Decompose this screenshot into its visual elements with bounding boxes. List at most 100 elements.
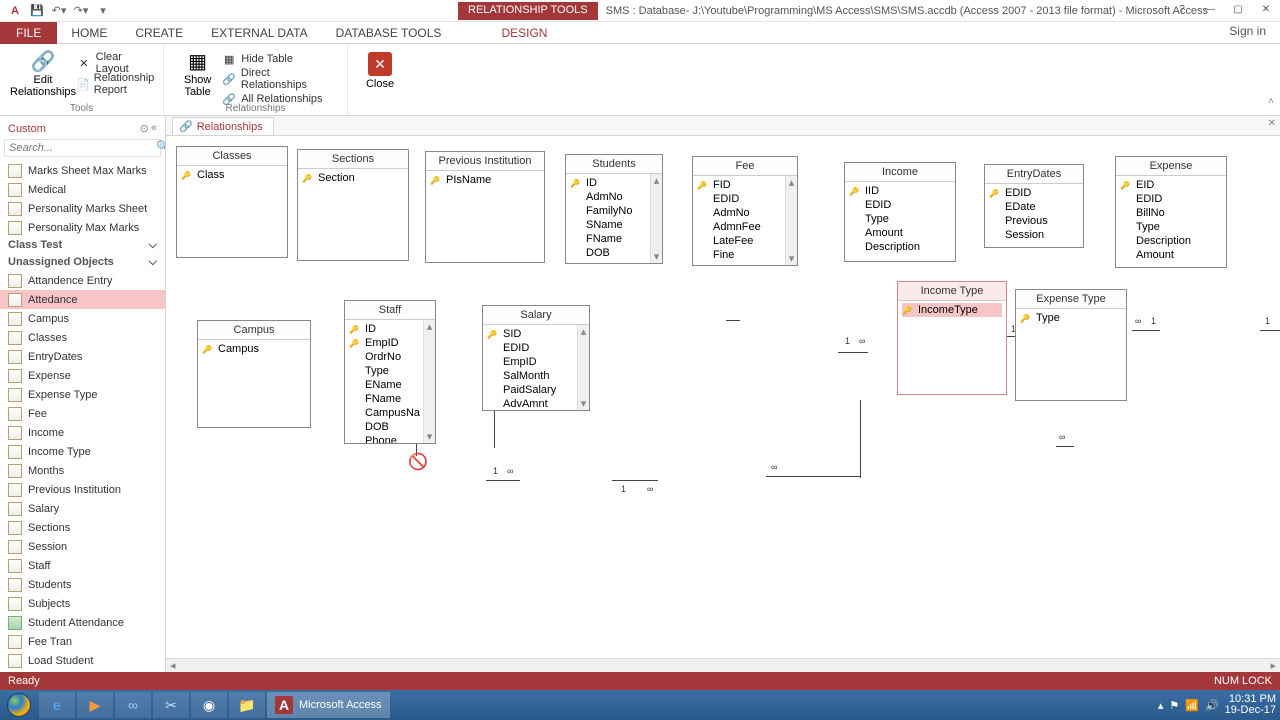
- tab-file[interactable]: FILE: [0, 22, 57, 44]
- sign-in-link[interactable]: Sign in: [1229, 24, 1266, 38]
- table-scrollbar[interactable]: ▴▾: [650, 174, 662, 263]
- field[interactable]: FID: [697, 178, 793, 192]
- field[interactable]: Type: [1120, 220, 1222, 234]
- taskbar-explorer[interactable]: 📁: [229, 692, 265, 718]
- field[interactable]: EmpID: [487, 355, 585, 369]
- relationship-table[interactable]: StudentsIDAdmNoFamilyNoSNameFNameDOB▴▾: [565, 154, 663, 264]
- nav-item[interactable]: Personality Marks Sheet: [0, 199, 165, 218]
- tab-home[interactable]: HOME: [57, 22, 121, 44]
- table-scrollbar[interactable]: ▴▾: [423, 320, 435, 443]
- field[interactable]: CampusNa: [349, 406, 431, 420]
- help-icon[interactable]: ?: [1168, 0, 1196, 18]
- nav-item[interactable]: Load Student: [0, 651, 165, 670]
- field[interactable]: Type: [1020, 311, 1122, 325]
- tray-up-icon[interactable]: ▴: [1158, 699, 1164, 712]
- nav-item[interactable]: Fee: [0, 404, 165, 423]
- field[interactable]: EDID: [1120, 192, 1222, 206]
- nav-item[interactable]: Fee Tran: [0, 632, 165, 651]
- taskbar-chrome[interactable]: ◉: [191, 692, 227, 718]
- field[interactable]: Class: [181, 168, 283, 182]
- window-close-icon[interactable]: ✕: [1252, 0, 1280, 18]
- tab-design[interactable]: DESIGN: [487, 22, 561, 44]
- nav-item[interactable]: Expense: [0, 366, 165, 385]
- tray-network-icon[interactable]: 📶: [1185, 699, 1199, 712]
- relationship-table[interactable]: Expense TypeType: [1015, 289, 1127, 401]
- table-scrollbar[interactable]: ▴▾: [577, 325, 589, 410]
- field[interactable]: Description: [1120, 234, 1222, 248]
- nav-item[interactable]: Income Type: [0, 442, 165, 461]
- field[interactable]: SID: [487, 327, 585, 341]
- field[interactable]: SalMonth: [487, 369, 585, 383]
- nav-item[interactable]: Staff: [0, 556, 165, 575]
- relationship-table[interactable]: Previous InstitutionPIsName: [425, 151, 545, 263]
- nav-item[interactable]: Sections: [0, 518, 165, 537]
- field[interactable]: EDID: [849, 198, 951, 212]
- start-button[interactable]: [0, 690, 38, 720]
- nav-item[interactable]: Expense Type: [0, 385, 165, 404]
- nav-item[interactable]: EntryDates: [0, 347, 165, 366]
- nav-item[interactable]: Months: [0, 461, 165, 480]
- relationship-table[interactable]: ClassesClass: [176, 146, 288, 258]
- taskbar-media[interactable]: ▶: [77, 692, 113, 718]
- hide-table-button[interactable]: ▦Hide Table: [221, 50, 337, 68]
- field[interactable]: LateFee: [697, 234, 793, 248]
- document-close-icon[interactable]: ✕: [1268, 118, 1276, 129]
- field[interactable]: EDate: [989, 200, 1079, 214]
- nav-collapse-icon[interactable]: «: [151, 122, 157, 135]
- qat-redo-icon[interactable]: ↷▾: [72, 2, 90, 20]
- field[interactable]: PIsName: [430, 173, 540, 187]
- field[interactable]: OrdrNo: [349, 350, 431, 364]
- field[interactable]: EDID: [697, 192, 793, 206]
- relationship-report-button[interactable]: 📄Relationship Report: [76, 75, 157, 93]
- nav-item[interactable]: Attedance: [0, 290, 165, 309]
- field[interactable]: FName: [349, 392, 431, 406]
- field[interactable]: Section: [302, 171, 404, 185]
- window-restore-icon[interactable]: ▢: [1224, 0, 1252, 18]
- close-button[interactable]: ✕Close: [358, 48, 402, 90]
- field[interactable]: AdmnFee: [697, 220, 793, 234]
- field[interactable]: FamilyNo: [570, 204, 658, 218]
- field[interactable]: PaidSalary: [487, 383, 585, 397]
- direct-relationships-button[interactable]: 🔗Direct Relationships: [221, 70, 337, 88]
- field[interactable]: Description: [849, 240, 951, 254]
- field[interactable]: EmpID: [349, 336, 431, 350]
- field[interactable]: AdmNo: [697, 206, 793, 220]
- relationship-table[interactable]: SectionsSection: [297, 149, 409, 261]
- nav-item[interactable]: Salary: [0, 499, 165, 518]
- nav-item[interactable]: Students: [0, 575, 165, 594]
- relationship-table[interactable]: IncomeIIDEDIDTypeAmountDescription: [844, 162, 956, 262]
- field[interactable]: IncomeType: [902, 303, 1002, 317]
- field[interactable]: AdvAmnt: [487, 397, 585, 410]
- canvas-hscroll[interactable]: ◂▸: [166, 658, 1280, 672]
- nav-item[interactable]: Campus: [0, 309, 165, 328]
- field[interactable]: Campus: [202, 342, 306, 356]
- nav-header[interactable]: Custom ⊙«: [0, 116, 165, 139]
- field[interactable]: Type: [349, 364, 431, 378]
- relationship-table[interactable]: FeeFIDEDIDAdmNoAdmnFeeLateFeeFine▴▾: [692, 156, 798, 266]
- field[interactable]: Fine: [697, 248, 793, 262]
- system-tray[interactable]: ▴ ⚑ 📶 🔊 10:31 PM19-Dec-17: [1158, 690, 1276, 720]
- tab-relationships[interactable]: 🔗Relationships: [172, 117, 274, 135]
- field[interactable]: Session: [989, 228, 1079, 242]
- field[interactable]: EID: [1120, 178, 1222, 192]
- relationship-table[interactable]: StaffIDEmpIDOrdrNoTypeENameFNameCampusNa…: [344, 300, 436, 444]
- field[interactable]: DOB: [349, 420, 431, 434]
- field[interactable]: FName: [570, 232, 658, 246]
- field[interactable]: EName: [349, 378, 431, 392]
- field[interactable]: Amount: [849, 226, 951, 240]
- field[interactable]: EDID: [487, 341, 585, 355]
- relationship-table[interactable]: Income TypeIncomeType: [897, 281, 1007, 395]
- search-input[interactable]: [5, 140, 156, 156]
- nav-item[interactable]: Session: [0, 537, 165, 556]
- tab-create[interactable]: CREATE: [121, 22, 197, 44]
- nav-group[interactable]: Unassigned Objects⌵: [0, 254, 165, 271]
- relationships-canvas[interactable]: 1∞ ∞1 ∞1 1∞ 1∞ 1∞ ∞ ∞ 1 ◂▸ ClassesClassS…: [166, 136, 1280, 672]
- ribbon-collapse-icon[interactable]: ˄: [1268, 96, 1274, 107]
- field[interactable]: SName: [570, 218, 658, 232]
- tab-database-tools[interactable]: DATABASE TOOLS: [322, 22, 456, 44]
- nav-item[interactable]: Personality Max Marks: [0, 218, 165, 237]
- taskbar-ie[interactable]: e: [39, 692, 75, 718]
- field[interactable]: Previous: [989, 214, 1079, 228]
- nav-group[interactable]: Class Test⌵: [0, 237, 165, 254]
- relationship-table[interactable]: EntryDatesEDIDEDatePreviousSession: [984, 164, 1084, 248]
